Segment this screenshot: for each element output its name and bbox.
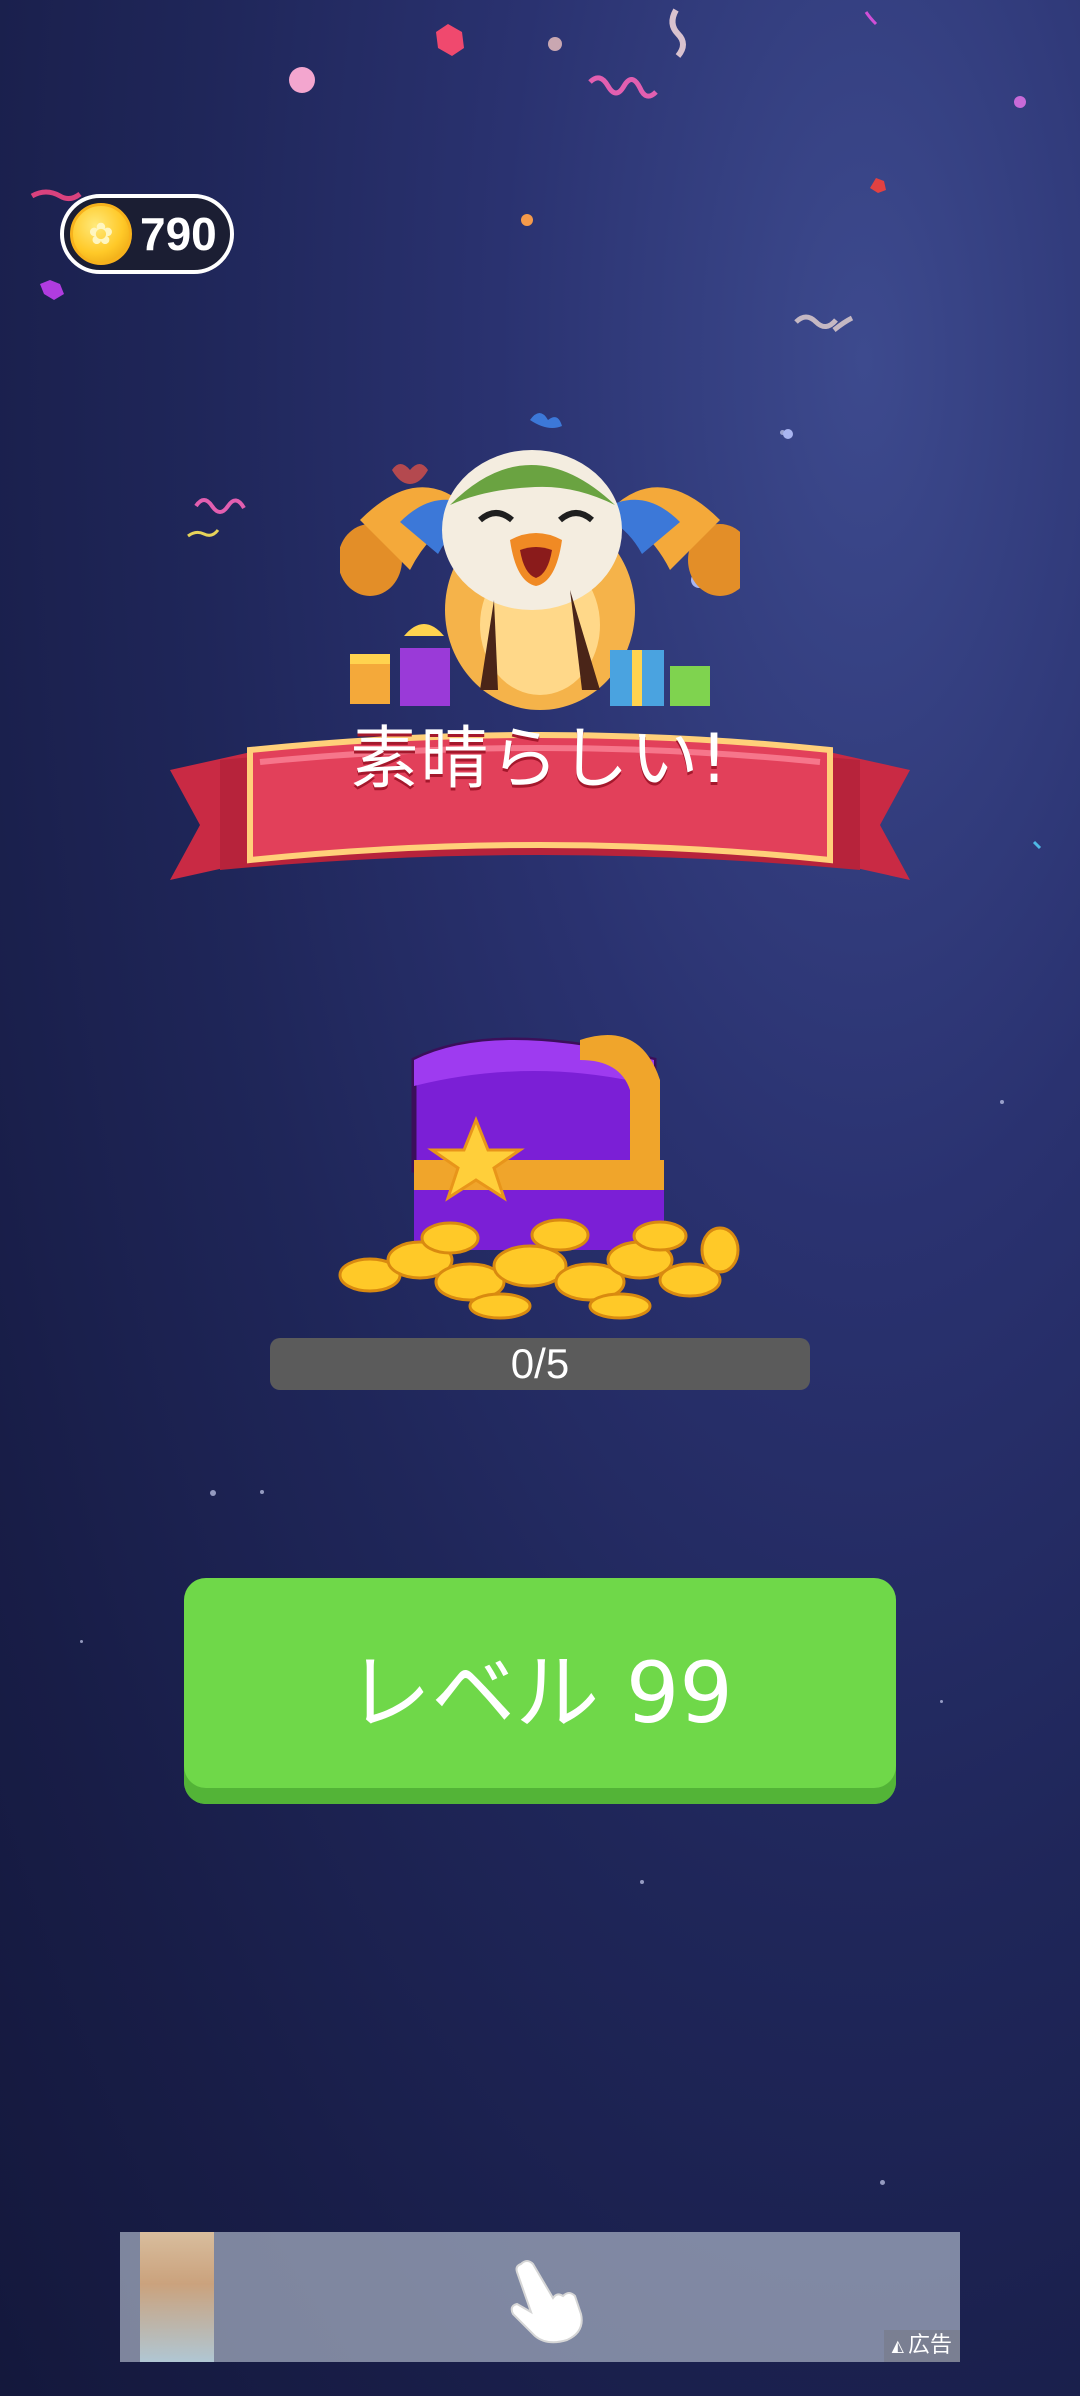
coin-counter: ✿ 790 [60, 194, 234, 274]
reward-progress-bar: 0/5 [270, 1338, 810, 1390]
progress-text: 0/5 [510, 1340, 570, 1387]
next-level-button[interactable]: レベル 99 [184, 1578, 896, 1804]
ad-banner[interactable]: ◭ 広告 [120, 2232, 960, 2362]
level-complete-screen: { "coins": { "icon": "coin-icon", "value… [0, 0, 1080, 2396]
coin-balance: 790 [140, 208, 217, 260]
banner-title: 素晴らしい! [350, 720, 730, 799]
ad-thumbnail [140, 2232, 214, 2362]
ad-choices-icon: ◭ [891, 2336, 904, 2355]
ad-label: ◭ 広告 [883, 2330, 960, 2362]
cheering-bird-mascot [340, 413, 740, 710]
next-level-label: レベル 99 [347, 1643, 733, 1742]
tap-hand-icon [510, 2260, 583, 2344]
coin-icon: ✿ [70, 203, 132, 265]
treasure-chest-icon [338, 1035, 740, 1320]
ad-label-text: 広告 [907, 2333, 952, 2358]
